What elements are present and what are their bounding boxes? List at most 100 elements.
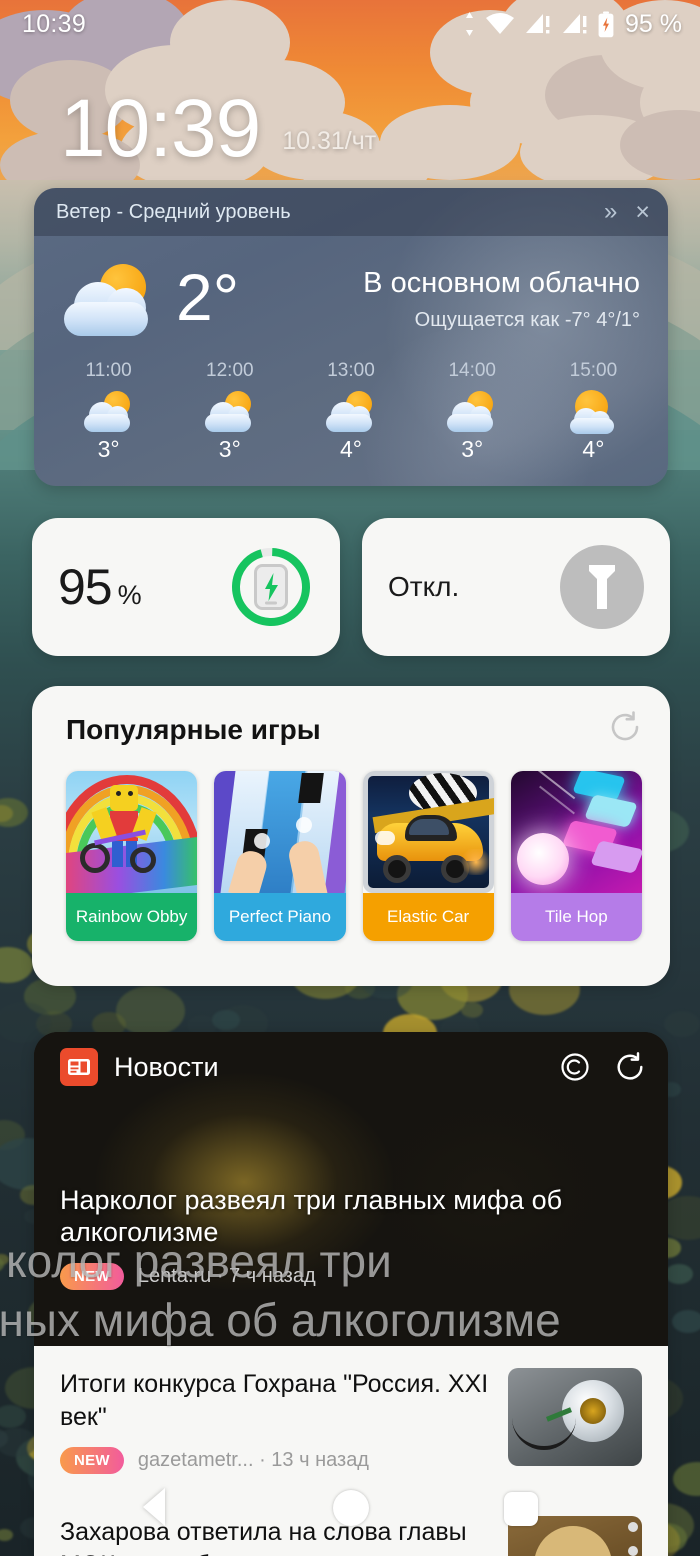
weather-hour-item: 11:00 3° <box>48 360 169 463</box>
battery-percent-unit: % <box>117 580 142 610</box>
mostly-sunny-icon <box>564 390 622 434</box>
partly-cloudy-icon <box>80 390 138 432</box>
news-hero-meta: NEW Lenta.ru · 7 ч назад <box>60 1263 642 1290</box>
battery-charging-icon <box>598 11 614 38</box>
weather-hour-temp: 3° <box>461 436 484 462</box>
news-item-text: Итоги конкурса Гохрана "Россия. XXI век"… <box>60 1368 508 1474</box>
foliage-cluster <box>0 797 29 827</box>
weather-hour-item: 12:00 3° <box>169 360 290 463</box>
weather-hour-time: 12:00 <box>206 360 254 381</box>
game-card-artwork <box>214 771 346 893</box>
game-card[interactable]: Rainbow Obby <box>66 771 198 941</box>
clock-widget[interactable]: 10:39 10.31/чт <box>0 58 700 175</box>
foliage-cluster <box>0 946 33 983</box>
flashlight-tile[interactable]: Откл. <box>362 518 670 656</box>
refresh-icon[interactable] <box>608 710 642 749</box>
signal-sim1-icon <box>524 11 552 37</box>
game-card-name: Elastic Car <box>362 893 494 941</box>
games-title: Популярные игры <box>66 713 321 745</box>
weather-hour-item: 15:00 4° <box>533 360 654 463</box>
game-card[interactable]: Elastic Car <box>362 771 494 941</box>
news-list-item[interactable]: Захарова ответила на слова главы МОК о н… <box>60 1494 642 1556</box>
weather-hourly-forecast: 11:00 3° 12:00 3° 13:00 4° 14:00 3° 15:00 4° <box>34 346 668 463</box>
game-card-artwork <box>362 771 494 893</box>
weather-hour-temp: 3° <box>97 436 120 462</box>
news-item-text: Захарова ответила на слова главы МОК о н… <box>60 1516 508 1556</box>
status-badge: NEW <box>60 1263 124 1290</box>
news-item-thumbnail <box>508 1516 642 1556</box>
news-header: Новости <box>34 1032 668 1086</box>
partly-cloudy-icon <box>58 262 168 338</box>
news-item-source: gazetametr... · 13 ч назад <box>137 1449 369 1471</box>
game-card-name: Tile Hop <box>510 893 642 941</box>
refresh-icon[interactable] <box>614 1051 646 1083</box>
popular-games-widget: Популярные игры Rainbow Obby Perfect Pian… <box>32 686 670 986</box>
status-bar-battery-text: 95 % <box>625 9 682 38</box>
weather-hour-item: 13:00 4° <box>290 360 411 463</box>
weather-temperature: 2° <box>176 260 240 334</box>
flashlight-icon <box>560 545 644 629</box>
news-list: Итоги конкурса Гохрана "Россия. XXI век"… <box>34 1346 668 1556</box>
foliage-cluster <box>664 1011 700 1038</box>
weather-current: 2° В основном облачно Ощущается как -7° … <box>34 236 668 346</box>
news-item-title: Итоги конкурса Гохрана "Россия. XXI век" <box>60 1370 489 1431</box>
game-card-name: Rainbow Obby <box>66 893 198 941</box>
game-card-artwork <box>66 771 198 893</box>
news-hero-source: Lenta.ru · 7 ч назад <box>137 1265 316 1287</box>
weather-hour-time: 11:00 <box>85 360 132 381</box>
status-badge: NEW <box>60 1447 124 1474</box>
weather-hour-time: 14:00 <box>448 360 496 381</box>
weather-hour-item: 14:00 3° <box>412 360 533 463</box>
battery-tile[interactable]: 95% <box>32 518 340 656</box>
game-card[interactable]: Tile Hop <box>510 771 642 941</box>
status-bar-time: 10:39 <box>22 9 87 38</box>
partly-cloudy-icon <box>201 390 259 432</box>
weather-hour-temp: 4° <box>340 436 362 462</box>
quick-tiles-row: 95% Откл. <box>32 518 670 656</box>
close-icon[interactable]: × <box>635 199 650 225</box>
foliage-cluster <box>212 1010 240 1030</box>
game-card-artwork <box>510 771 642 893</box>
weather-summary: В основном облачно Ощущается как -7° 4°/… <box>363 266 644 333</box>
weather-widget[interactable]: Ветер - Средний уровень » × 2° В основно… <box>34 188 668 486</box>
clock-time: 10:39 <box>60 83 261 175</box>
flashlight-state-label: Откл. <box>388 571 460 602</box>
weather-hour-time: 13:00 <box>327 360 375 381</box>
news-list-item[interactable]: Итоги конкурса Гохрана "Россия. XXI век"… <box>60 1346 642 1494</box>
status-bar: 10:39 95 % <box>0 0 700 48</box>
weather-hour-time: 15:00 <box>569 360 618 381</box>
news-item-meta: NEW gazetametr... · 13 ч назад <box>60 1447 492 1474</box>
chevron-double-right-icon[interactable]: » <box>604 200 617 224</box>
foliage-cluster <box>672 1461 700 1497</box>
wifi-icon <box>485 11 515 37</box>
news-hero[interactable]: Новости Нарколог развеял три главных миф… <box>34 1032 668 1346</box>
news-hero-title: Нарколог развеял три главных мифа об алк… <box>60 1185 563 1248</box>
weather-condition: В основном облачно <box>363 266 640 299</box>
battery-ring-icon <box>228 544 314 630</box>
news-widget: Новости Нарколог развеял три главных миф… <box>34 1032 668 1556</box>
data-transfer-icon <box>463 11 476 37</box>
news-hero-content: Нарколог развеял три главных мифа об алк… <box>60 1185 642 1290</box>
news-app-icon <box>60 1048 98 1086</box>
partly-cloudy-icon <box>443 390 501 432</box>
games-header: Популярные игры <box>66 710 642 749</box>
weather-hour-temp: 4° <box>582 436 605 462</box>
partly-cloudy-icon <box>322 390 380 432</box>
game-card[interactable]: Perfect Piano <box>214 771 346 941</box>
battery-tile-label: 95% <box>58 558 228 616</box>
signal-sim2-icon <box>561 11 589 37</box>
game-card-name: Perfect Piano <box>214 893 346 941</box>
weather-hour-temp: 3° <box>218 436 241 462</box>
flashlight-tile-label: Откл. <box>388 571 560 603</box>
foliage-cluster <box>665 1264 694 1285</box>
weather-header-title: Ветер - Средний уровень <box>56 200 291 223</box>
news-title: Новости <box>114 1051 219 1082</box>
games-card-list: Rainbow Obby Perfect Piano Elastic Car Tile… <box>66 771 642 941</box>
foliage-cluster <box>0 1528 14 1541</box>
weather-feels-like: Ощущается как -7° 4°/1° <box>414 309 640 332</box>
foliage-cluster <box>671 1310 700 1333</box>
news-item-title: Захарова ответила на слова главы МОК о н… <box>60 1518 467 1556</box>
copyright-icon[interactable] <box>560 1052 590 1082</box>
news-item-thumbnail <box>508 1368 642 1466</box>
status-bar-icons: 95 % <box>463 10 682 39</box>
